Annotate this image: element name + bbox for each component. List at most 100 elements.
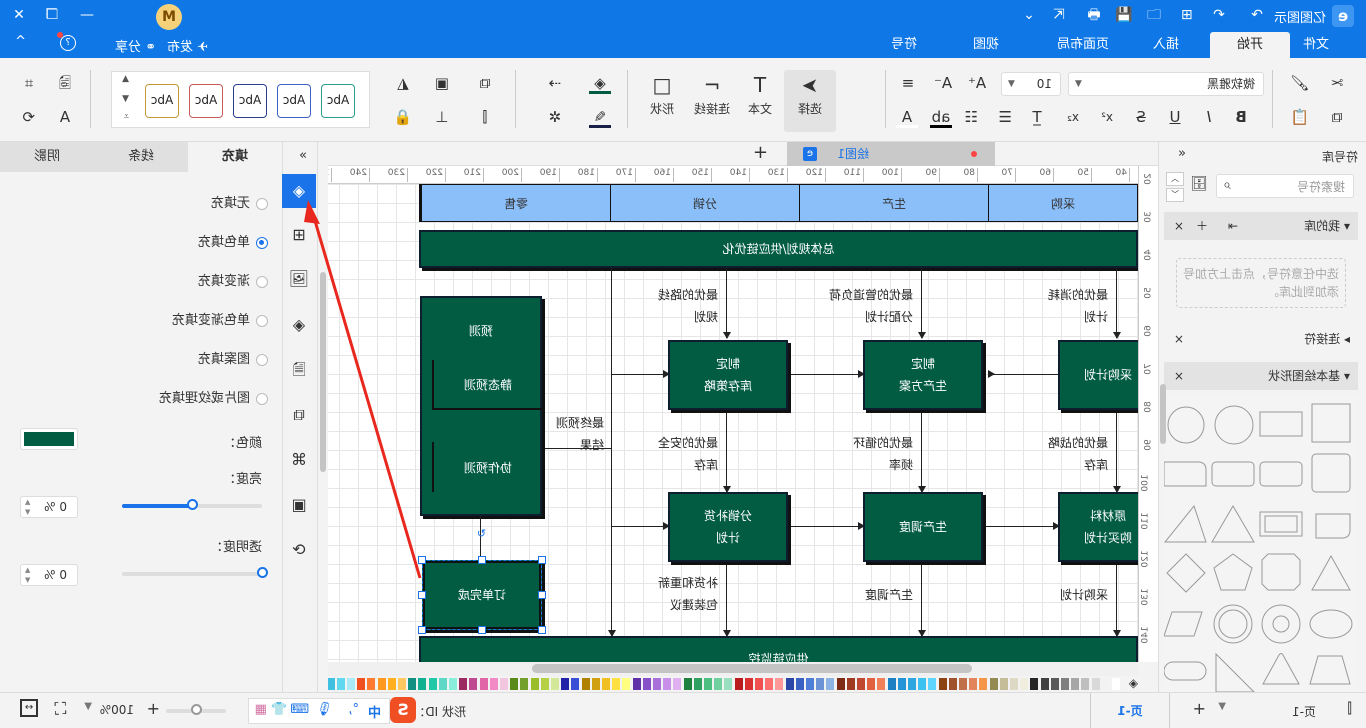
symbol-search-input[interactable]: 搜索符号 ⌕	[1216, 174, 1354, 198]
add-tab-button[interactable]: +	[753, 142, 768, 164]
connector-tool-button[interactable]: ⌐ 连接线	[686, 70, 738, 132]
line-style-icon[interactable]: ⇢	[544, 72, 566, 94]
palette-swatch[interactable]	[530, 678, 539, 690]
chevron-down-icon[interactable]: ▼	[1218, 701, 1226, 712]
palette-swatch[interactable]	[561, 678, 570, 690]
palette-swatch[interactable]	[948, 678, 957, 690]
collapse-panel-icon[interactable]: »	[299, 148, 307, 163]
close-icon[interactable]: ×	[1174, 326, 1184, 352]
paste-icon[interactable]: 📋	[1289, 106, 1311, 128]
bold-button[interactable]: B	[1230, 106, 1252, 128]
radio-button[interactable]	[256, 314, 268, 327]
resize-handle[interactable]	[538, 626, 546, 634]
resize-handle[interactable]	[418, 591, 426, 599]
ime-punctuation[interactable]: °,	[348, 702, 359, 717]
palette-swatch[interactable]	[897, 678, 906, 690]
shape-donut[interactable]	[1261, 604, 1301, 644]
palette-swatch[interactable]	[693, 678, 702, 690]
resize-handle[interactable]	[418, 626, 426, 634]
text-tool-button[interactable]: T 文本	[734, 70, 786, 132]
shape-right-triangle[interactable]	[1163, 504, 1207, 543]
palette-swatch[interactable]	[540, 678, 549, 690]
replace-shape-icon[interactable]: ⟲	[18, 106, 40, 128]
fill-color-icon[interactable]: ◈	[589, 72, 611, 94]
palette-swatch[interactable]	[377, 678, 386, 690]
palette-swatch[interactable]	[489, 678, 498, 690]
palette-swatch[interactable]	[744, 678, 753, 690]
crop-icon[interactable]: ⌗	[18, 72, 40, 94]
shape-circle[interactable]	[1214, 405, 1254, 445]
style-preset[interactable]: Abc	[189, 84, 223, 118]
collaborative-forecast[interactable]: 协作预测	[432, 442, 542, 492]
radio-picture-fill[interactable]: 图片或纹理填充	[92, 387, 292, 406]
brightness-slider-thumb[interactable]	[187, 499, 198, 510]
lane-production[interactable]: 生产	[799, 184, 989, 222]
palette-swatch[interactable]	[785, 678, 794, 690]
palette-swatch[interactable]	[989, 678, 998, 690]
shape-trapezoid[interactable]	[1309, 655, 1351, 685]
lane-retail[interactable]: 零售	[419, 184, 611, 222]
help-icon[interactable]: ?	[60, 35, 76, 51]
shape-rounded-rectangle[interactable]	[1259, 461, 1303, 487]
undo-icon[interactable]: ↶	[1210, 6, 1228, 24]
page-tab-active[interactable]: 页-1	[1090, 693, 1170, 728]
close-icon[interactable]: ✕	[10, 6, 28, 24]
palette-swatch[interactable]	[908, 678, 916, 690]
palette-swatch[interactable]	[857, 678, 865, 690]
select-tool-button[interactable]: ➤ 选择	[784, 70, 836, 132]
vertical-scrollbar[interactable]	[318, 142, 328, 692]
palette-swatch[interactable]	[336, 678, 345, 690]
palette-swatch[interactable]	[510, 678, 519, 690]
color-picker-icon[interactable]: ◈	[1129, 676, 1138, 690]
scroll-thumb[interactable]	[320, 272, 326, 472]
fill-color-swatch[interactable]	[20, 428, 78, 450]
collapse-library-icon[interactable]: «	[1178, 146, 1186, 161]
redo-icon[interactable]: ↷	[1248, 6, 1266, 24]
palette-swatch[interactable]	[418, 678, 427, 690]
radio-single-gradient-fill[interactable]: 单色渐变填充	[92, 309, 292, 328]
tab-drawing-1[interactable]: e 绘图1	[787, 142, 995, 166]
spinner-icon[interactable]: ▲ ▼	[25, 565, 30, 585]
palette-swatch[interactable]	[438, 678, 447, 690]
palette-swatch[interactable]	[663, 678, 672, 690]
transparency-slider[interactable]	[122, 572, 262, 576]
subscript-button[interactable]: x₂	[1062, 106, 1084, 128]
distribute-icon[interactable]: ⊥	[431, 106, 453, 128]
palette-swatch[interactable]	[816, 678, 825, 690]
publish-button[interactable]: ✈ 发布	[167, 36, 208, 55]
my-library-header[interactable]: ▾ 我的库 ⇥ ＋ ×	[1164, 212, 1358, 240]
new-icon[interactable]: ⊞	[1178, 6, 1196, 24]
lane-distribution[interactable]: 分销	[610, 184, 800, 222]
font-size-select[interactable]: 10 ▼	[1001, 72, 1061, 96]
shape-ellipse[interactable]	[1309, 609, 1353, 639]
bullet-list-icon[interactable]: ☷	[960, 106, 982, 128]
radio-gradient-fill[interactable]: 渐变填充	[92, 270, 292, 289]
palette-swatch[interactable]	[479, 678, 488, 690]
library-scrollbar[interactable]	[1160, 384, 1166, 444]
radio-solid-fill[interactable]: 单色填充	[92, 231, 292, 250]
shape-snip-rectangle[interactable]	[1163, 461, 1207, 487]
shape-diamond[interactable]	[1166, 553, 1206, 593]
connectors-header[interactable]: ▸ 连接符 ×	[1164, 326, 1358, 352]
resize-handle[interactable]	[538, 591, 546, 599]
menu-tab-page-layout[interactable]: 页面布局	[1038, 32, 1128, 58]
cut-icon[interactable]: ✂	[1326, 72, 1348, 94]
planning-optimization-bar[interactable]: 总体规划/供应链优化	[419, 230, 1138, 268]
apps-icon[interactable]: ▦	[255, 702, 267, 717]
user-avatar[interactable]: M	[156, 4, 182, 30]
add-icon[interactable]: ＋	[1196, 212, 1208, 240]
page-setup-icon[interactable]: 🗟	[54, 72, 76, 94]
palette-swatch[interactable]	[357, 678, 366, 690]
page-layout-icon[interactable]: ⫿	[1348, 701, 1352, 717]
add-page-button[interactable]: +	[1193, 699, 1206, 718]
palette-swatch[interactable]	[1071, 678, 1080, 690]
network-icon[interactable]: ⌘	[286, 447, 312, 473]
shape-square[interactable]	[1311, 403, 1351, 443]
shape-triangle-small[interactable]	[1311, 554, 1351, 591]
gallery-expand-icon[interactable]: ⩡	[124, 112, 129, 122]
restore-icon[interactable]: ❐	[43, 6, 61, 24]
zoom-in-button[interactable]: +	[147, 699, 160, 718]
tab-fill[interactable]: 填充	[188, 142, 282, 172]
fit-width-icon[interactable]: ↔	[20, 699, 38, 717]
palette-swatch[interactable]	[459, 678, 468, 690]
